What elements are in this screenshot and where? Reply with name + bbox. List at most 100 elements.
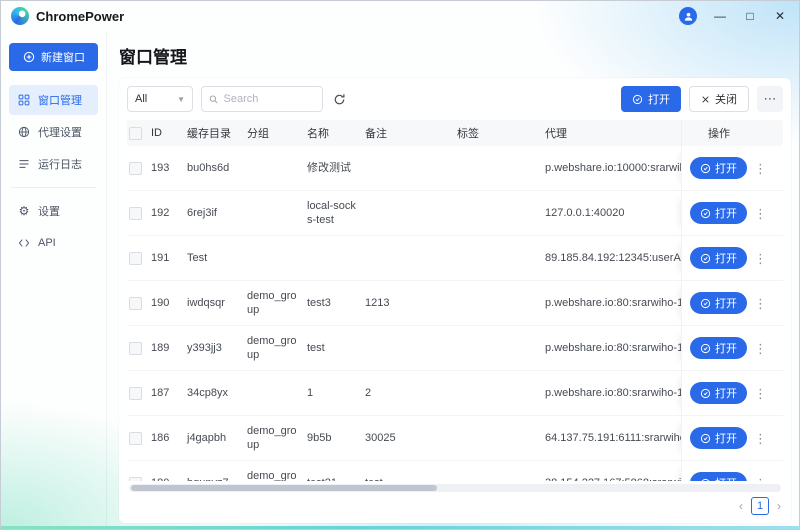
cell-remark: 30025 xyxy=(365,416,457,460)
cell-group: demo_group xyxy=(247,461,307,481)
current-page-button[interactable]: 1 xyxy=(751,497,769,515)
cell-id: 191 xyxy=(151,236,187,280)
search-input[interactable] xyxy=(224,93,316,105)
row-checkbox[interactable] xyxy=(129,207,142,220)
cell-cache-dir: 34cp8yx xyxy=(187,371,247,415)
table-row: 192 6rej3if local-socks-test 127.0.0.1:4… xyxy=(127,191,783,236)
col-header-id: ID xyxy=(151,127,187,139)
cell-proxy: p.webshare.io:80:srarwiho-1:atonupx xyxy=(545,281,681,325)
horizontal-scrollbar-thumb[interactable] xyxy=(131,485,437,491)
open-icon xyxy=(700,208,711,219)
filter-select[interactable]: All ▼ xyxy=(127,86,193,112)
row-more-icon[interactable]: ⋮ xyxy=(754,162,767,175)
close-button[interactable]: 关闭 xyxy=(689,86,749,112)
table-row: 180 hqunyz7 demo_group test21 test 38.15… xyxy=(127,461,783,481)
cell-id: 186 xyxy=(151,416,187,460)
row-checkbox[interactable] xyxy=(129,162,142,175)
cell-id: 193 xyxy=(151,146,187,190)
table-row: 193 bu0hs6d 修改测试 p.webshare.io:10000:sra… xyxy=(127,146,783,191)
sidebar-item-api[interactable]: API xyxy=(9,228,98,258)
refresh-button[interactable] xyxy=(331,91,348,108)
cell-group xyxy=(247,371,307,415)
close-window-button[interactable]: ✕ xyxy=(773,10,787,22)
sidebar-item-window-management[interactable]: 窗口管理 xyxy=(9,85,98,115)
col-header-tags: 标签 xyxy=(457,125,545,141)
col-header-cache-dir: 缓存目录 xyxy=(187,125,247,141)
main-content: 窗口管理 All ▼ xyxy=(107,31,799,529)
cell-group: demo_group xyxy=(247,326,307,370)
sidebar-item-label: 窗口管理 xyxy=(38,92,82,108)
sidebar-item-label: API xyxy=(38,237,56,249)
cell-name: 9b5b xyxy=(307,416,365,460)
col-header-group: 分组 xyxy=(247,125,307,141)
cell-tags xyxy=(457,191,545,235)
row-open-button[interactable]: 打开 xyxy=(690,247,747,269)
cell-cache-dir: iwdqsqr xyxy=(187,281,247,325)
row-open-button[interactable]: 打开 xyxy=(690,382,747,404)
row-open-button[interactable]: 打开 xyxy=(690,202,747,224)
sidebar-item-settings[interactable]: ⚙ 设置 xyxy=(9,196,98,226)
cell-cache-dir: Test xyxy=(187,236,247,280)
cell-cache-dir: 6rej3if xyxy=(187,191,247,235)
page-title: 窗口管理 xyxy=(119,43,791,68)
cell-proxy: 89.185.84.192:12345:userAazd312:pa xyxy=(545,236,681,280)
open-icon xyxy=(632,94,643,105)
row-more-icon[interactable]: ⋮ xyxy=(754,207,767,220)
cell-operation: 打开 ⋮ xyxy=(681,326,783,370)
sidebar-item-proxy-settings[interactable]: 代理设置 xyxy=(9,117,98,147)
row-more-icon[interactable]: ⋮ xyxy=(754,297,767,310)
row-open-button[interactable]: 打开 xyxy=(690,472,747,481)
cell-proxy: p.webshare.io:80:srarwiho-1:atonupx xyxy=(545,326,681,370)
row-checkbox[interactable] xyxy=(129,477,142,482)
table-row: 187 34cp8yx 1 2 p.webshare.io:80:srarwih… xyxy=(127,371,783,416)
row-checkbox[interactable] xyxy=(129,387,142,400)
next-page-button[interactable]: › xyxy=(777,499,781,513)
cell-cache-dir: bu0hs6d xyxy=(187,146,247,190)
col-header-proxy: 代理 xyxy=(545,125,681,141)
row-checkbox[interactable] xyxy=(129,252,142,265)
horizontal-scrollbar[interactable] xyxy=(129,484,781,492)
open-icon xyxy=(700,163,711,174)
row-more-icon[interactable]: ⋮ xyxy=(754,477,767,482)
cell-remark xyxy=(365,326,457,370)
cell-tags xyxy=(457,371,545,415)
row-more-icon[interactable]: ⋮ xyxy=(754,387,767,400)
row-open-label: 打开 xyxy=(715,160,737,176)
minimize-button[interactable]: — xyxy=(713,10,727,22)
cell-operation: 打开 ⋮ xyxy=(681,416,783,460)
globe-icon xyxy=(17,126,31,138)
row-checkbox[interactable] xyxy=(129,297,142,310)
table-row: 190 iwdqsqr demo_group test3 1213 p.webs… xyxy=(127,281,783,326)
open-button[interactable]: 打开 xyxy=(621,86,681,112)
cell-tags xyxy=(457,326,545,370)
user-avatar[interactable] xyxy=(679,7,697,25)
more-button[interactable]: ⋯ xyxy=(757,86,783,112)
open-icon xyxy=(700,478,711,482)
cell-name: 修改测试 xyxy=(307,146,365,190)
cell-group: demo_group xyxy=(247,416,307,460)
row-checkbox[interactable] xyxy=(129,432,142,445)
prev-page-button[interactable]: ‹ xyxy=(739,499,743,513)
titlebar: ChromePower — □ ✕ xyxy=(1,1,799,31)
row-open-button[interactable]: 打开 xyxy=(690,292,747,314)
cell-tags xyxy=(457,416,545,460)
select-all-checkbox[interactable] xyxy=(129,127,142,140)
row-open-button[interactable]: 打开 xyxy=(690,337,747,359)
cell-operation: 打开 ⋮ xyxy=(681,191,783,235)
filter-select-value: All xyxy=(135,93,147,105)
row-more-icon[interactable]: ⋮ xyxy=(754,252,767,265)
col-header-remark: 备注 xyxy=(365,125,457,141)
sidebar-item-run-logs[interactable]: 运行日志 xyxy=(9,149,98,179)
cell-remark: 1213 xyxy=(365,281,457,325)
new-window-button[interactable]: 新建窗口 xyxy=(9,43,98,71)
row-more-icon[interactable]: ⋮ xyxy=(754,432,767,445)
row-open-button[interactable]: 打开 xyxy=(690,427,747,449)
row-more-icon[interactable]: ⋮ xyxy=(754,342,767,355)
cell-operation: 打开 ⋮ xyxy=(681,146,783,190)
windows-table: ID 缓存目录 分组 名称 备注 标签 代理 操作 193 bu0hs6d 修改… xyxy=(127,120,783,481)
maximize-button[interactable]: □ xyxy=(743,10,757,22)
cell-operation: 打开 ⋮ xyxy=(681,371,783,415)
row-open-button[interactable]: 打开 xyxy=(690,157,747,179)
toolbar: All ▼ 打开 xyxy=(127,86,783,112)
row-checkbox[interactable] xyxy=(129,342,142,355)
